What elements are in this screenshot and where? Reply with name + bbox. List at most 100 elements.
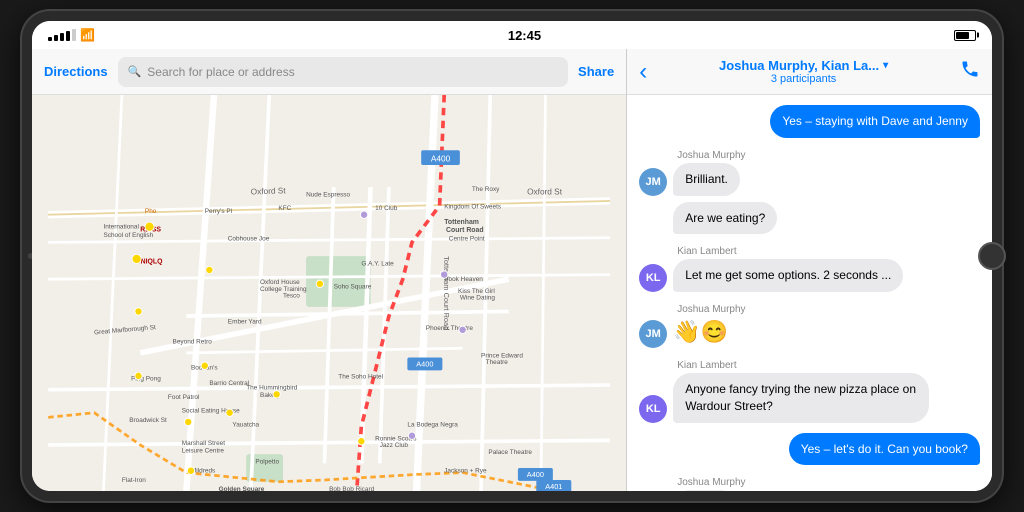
svg-text:Cobhouse Joe: Cobhouse Joe xyxy=(228,236,270,243)
signal-dot-4 xyxy=(66,31,70,41)
main-content: Directions 🔍 Search for place or address… xyxy=(32,49,992,491)
svg-text:A400: A400 xyxy=(416,360,433,369)
chat-participants: 3 participants xyxy=(655,73,952,85)
message-bubble-emoji: 👋😊 xyxy=(673,317,728,348)
sender-name-group: Kian Lambert KL Let me get some options.… xyxy=(639,246,980,292)
svg-text:Tesco: Tesco xyxy=(283,293,300,300)
back-button[interactable]: ‹ xyxy=(639,58,647,86)
chat-header: ‹ Joshua Murphy, Kian La... ▾ 3 particip… xyxy=(627,49,992,95)
svg-text:Oxford St: Oxford St xyxy=(251,186,287,196)
svg-text:Barrio Central: Barrio Central xyxy=(209,380,249,387)
svg-text:Court Road: Court Road xyxy=(446,227,484,234)
phone-icon xyxy=(960,59,980,79)
svg-text:Oxford St: Oxford St xyxy=(527,187,563,196)
svg-text:Polpetto: Polpetto xyxy=(255,458,279,465)
svg-text:10 Club: 10 Club xyxy=(375,205,398,212)
home-button[interactable] xyxy=(978,242,1006,270)
svg-text:The Roxy: The Roxy xyxy=(472,186,500,193)
message-bubble: go for it xyxy=(673,490,737,491)
svg-text:Palace Theatre: Palace Theatre xyxy=(488,449,532,456)
chat-title: Joshua Murphy, Kian La... ▾ xyxy=(655,58,952,73)
message-row: Yes – staying with Dave and Jenny xyxy=(639,105,980,138)
svg-text:Soho Square: Soho Square xyxy=(334,283,372,290)
svg-text:Centre Point: Centre Point xyxy=(449,236,485,243)
signal-dots xyxy=(48,29,76,41)
svg-text:Golden Square: Golden Square xyxy=(219,486,265,491)
tablet-screen: 📶 12:45 Directions 🔍 Search for place or… xyxy=(32,21,992,491)
message-row: Are we eating? xyxy=(639,202,980,235)
svg-text:A401: A401 xyxy=(545,482,562,491)
message-row: KL Anyone fancy trying the new pizza pla… xyxy=(639,373,980,423)
sender-name-label: Joshua Murphy JM Brilliant. xyxy=(639,150,980,196)
svg-text:KFC: KFC xyxy=(278,205,291,212)
svg-text:Kingdom Of Sweets: Kingdom Of Sweets xyxy=(444,203,501,210)
status-right xyxy=(954,30,976,41)
avatar: KL xyxy=(639,264,667,292)
avatar: JM xyxy=(639,320,667,348)
message-row: JM go for it xyxy=(639,490,980,491)
map-svg: Oxford St Oxford St Tottenham Court Road… xyxy=(32,95,626,491)
map-area[interactable]: Oxford St Oxford St Tottenham Court Road… xyxy=(32,95,626,491)
svg-text:Wine Dating: Wine Dating xyxy=(460,294,495,301)
svg-text:Nude Espresso: Nude Espresso xyxy=(306,191,350,198)
signal-dot-5 xyxy=(72,29,76,41)
svg-text:Flat-Iron: Flat-Iron xyxy=(122,477,146,484)
svg-text:The Soho Hotel: The Soho Hotel xyxy=(338,374,383,381)
svg-text:Perry's Pl: Perry's Pl xyxy=(205,208,232,215)
svg-text:La Bodega Negra: La Bodega Negra xyxy=(407,422,458,429)
svg-text:Ember Yard: Ember Yard xyxy=(228,318,262,325)
svg-text:Pho: Pho xyxy=(145,208,157,215)
signal-dot-3 xyxy=(60,33,64,41)
message-row: JM 👋😊 xyxy=(639,317,980,348)
svg-text:Theatre: Theatre xyxy=(486,359,509,366)
search-placeholder: Search for place or address xyxy=(147,65,294,79)
status-time: 12:45 xyxy=(508,28,541,43)
share-button[interactable]: Share xyxy=(578,64,614,79)
svg-text:A400: A400 xyxy=(527,470,544,479)
chat-header-center: Joshua Murphy, Kian La... ▾ 3 participan… xyxy=(655,58,952,85)
status-bar: 📶 12:45 xyxy=(32,21,992,49)
directions-button[interactable]: Directions xyxy=(44,64,108,79)
svg-text:Marshall Street: Marshall Street xyxy=(182,440,226,447)
svg-text:Broadwick St: Broadwick St xyxy=(129,417,167,424)
svg-text:Oxford House: Oxford House xyxy=(260,279,300,286)
svg-text:Yauatcha: Yauatcha xyxy=(232,422,259,429)
chevron-down-icon[interactable]: ▾ xyxy=(883,60,888,71)
status-left: 📶 xyxy=(48,28,95,42)
search-icon: 🔍 xyxy=(128,65,142,78)
signal-dot-1 xyxy=(48,37,52,41)
chat-side: ‹ Joshua Murphy, Kian La... ▾ 3 particip… xyxy=(627,49,992,491)
svg-text:The Hummingbird: The Hummingbird xyxy=(246,385,298,392)
tablet-frame: 📶 12:45 Directions 🔍 Search for place or… xyxy=(22,11,1002,501)
svg-text:Beyond Retro: Beyond Retro xyxy=(173,339,213,346)
message-bubble: Anyone fancy trying the new pizza place … xyxy=(673,373,929,423)
message-row: JM Brilliant. xyxy=(639,163,980,196)
chat-title-text: Joshua Murphy, Kian La... xyxy=(719,58,879,73)
svg-text:Tottenham: Tottenham xyxy=(444,219,479,226)
svg-text:Tottenham Court Road: Tottenham Court Road xyxy=(442,256,451,330)
svg-text:International: International xyxy=(103,224,138,231)
avatar: JM xyxy=(639,168,667,196)
svg-text:Jackson + Rye: Jackson + Rye xyxy=(444,468,487,475)
sender-name-group: Joshua Murphy JM 👋😊 xyxy=(639,304,980,348)
signal-dot-2 xyxy=(54,35,58,41)
sender-name-group: Kian Lambert KL Anyone fancy trying the … xyxy=(639,360,980,423)
svg-text:Book Heaven: Book Heaven xyxy=(444,276,483,283)
svg-text:Bob Bob Ricard: Bob Bob Ricard xyxy=(329,486,375,491)
battery-fill xyxy=(956,32,969,39)
svg-text:Foot Patrol: Foot Patrol xyxy=(168,394,199,401)
avatar: KL xyxy=(639,395,667,423)
svg-text:Leisure Centre: Leisure Centre xyxy=(182,447,225,454)
map-search-bar[interactable]: 🔍 Search for place or address xyxy=(118,57,568,87)
battery-icon xyxy=(954,30,976,41)
message-bubble: Are we eating? xyxy=(673,202,777,235)
wifi-icon: 📶 xyxy=(80,28,95,42)
message-bubble: Yes – let's do it. Can you book? xyxy=(789,433,980,466)
message-bubble: Brilliant. xyxy=(673,163,740,196)
sender-name-group: Joshua Murphy JM go for it xyxy=(639,477,980,491)
chat-messages: Yes – staying with Dave and Jenny Joshua… xyxy=(627,95,992,491)
phone-button[interactable] xyxy=(960,59,980,84)
svg-text:Jazz Club: Jazz Club xyxy=(380,442,409,449)
message-row: Yes – let's do it. Can you book? xyxy=(639,433,980,466)
svg-text:G.A.Y. Late: G.A.Y. Late xyxy=(361,260,394,267)
